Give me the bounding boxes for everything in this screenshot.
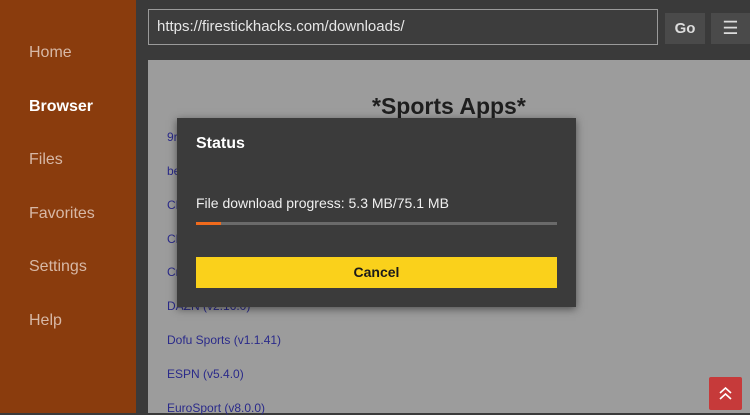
progress-bar [196,222,557,225]
page-heading: *Sports Apps* [372,93,526,119]
url-input[interactable]: https://firestickhacks.com/downloads/ [148,9,658,45]
progress-text: File download progress: 5.3 MB/75.1 MB [196,195,449,211]
cancel-button[interactable]: Cancel [196,257,557,288]
hamburger-menu-icon[interactable]: ☰ [711,13,750,44]
app-link[interactable]: Dofu Sports (v1.1.41) [167,333,281,347]
go-button[interactable]: Go [665,13,705,44]
chevron-up-icon [719,387,732,400]
scroll-top-button[interactable] [709,377,742,410]
app-link[interactable]: ESPN (v5.4.0) [167,367,244,381]
dialog-title: Status [196,135,245,152]
sidebar-item-files[interactable]: Files [29,151,63,169]
sidebar-item-browser[interactable]: Browser [29,98,93,116]
sidebar: Home Browser Files Favorites Settings He… [0,0,136,413]
sidebar-item-favorites[interactable]: Favorites [29,205,95,223]
progress-fill [196,222,222,225]
sidebar-item-help[interactable]: Help [29,312,62,330]
sidebar-item-home[interactable]: Home [29,44,72,62]
sidebar-item-settings[interactable]: Settings [29,258,87,276]
status-dialog: Status File download progress: 5.3 MB/75… [177,118,576,307]
